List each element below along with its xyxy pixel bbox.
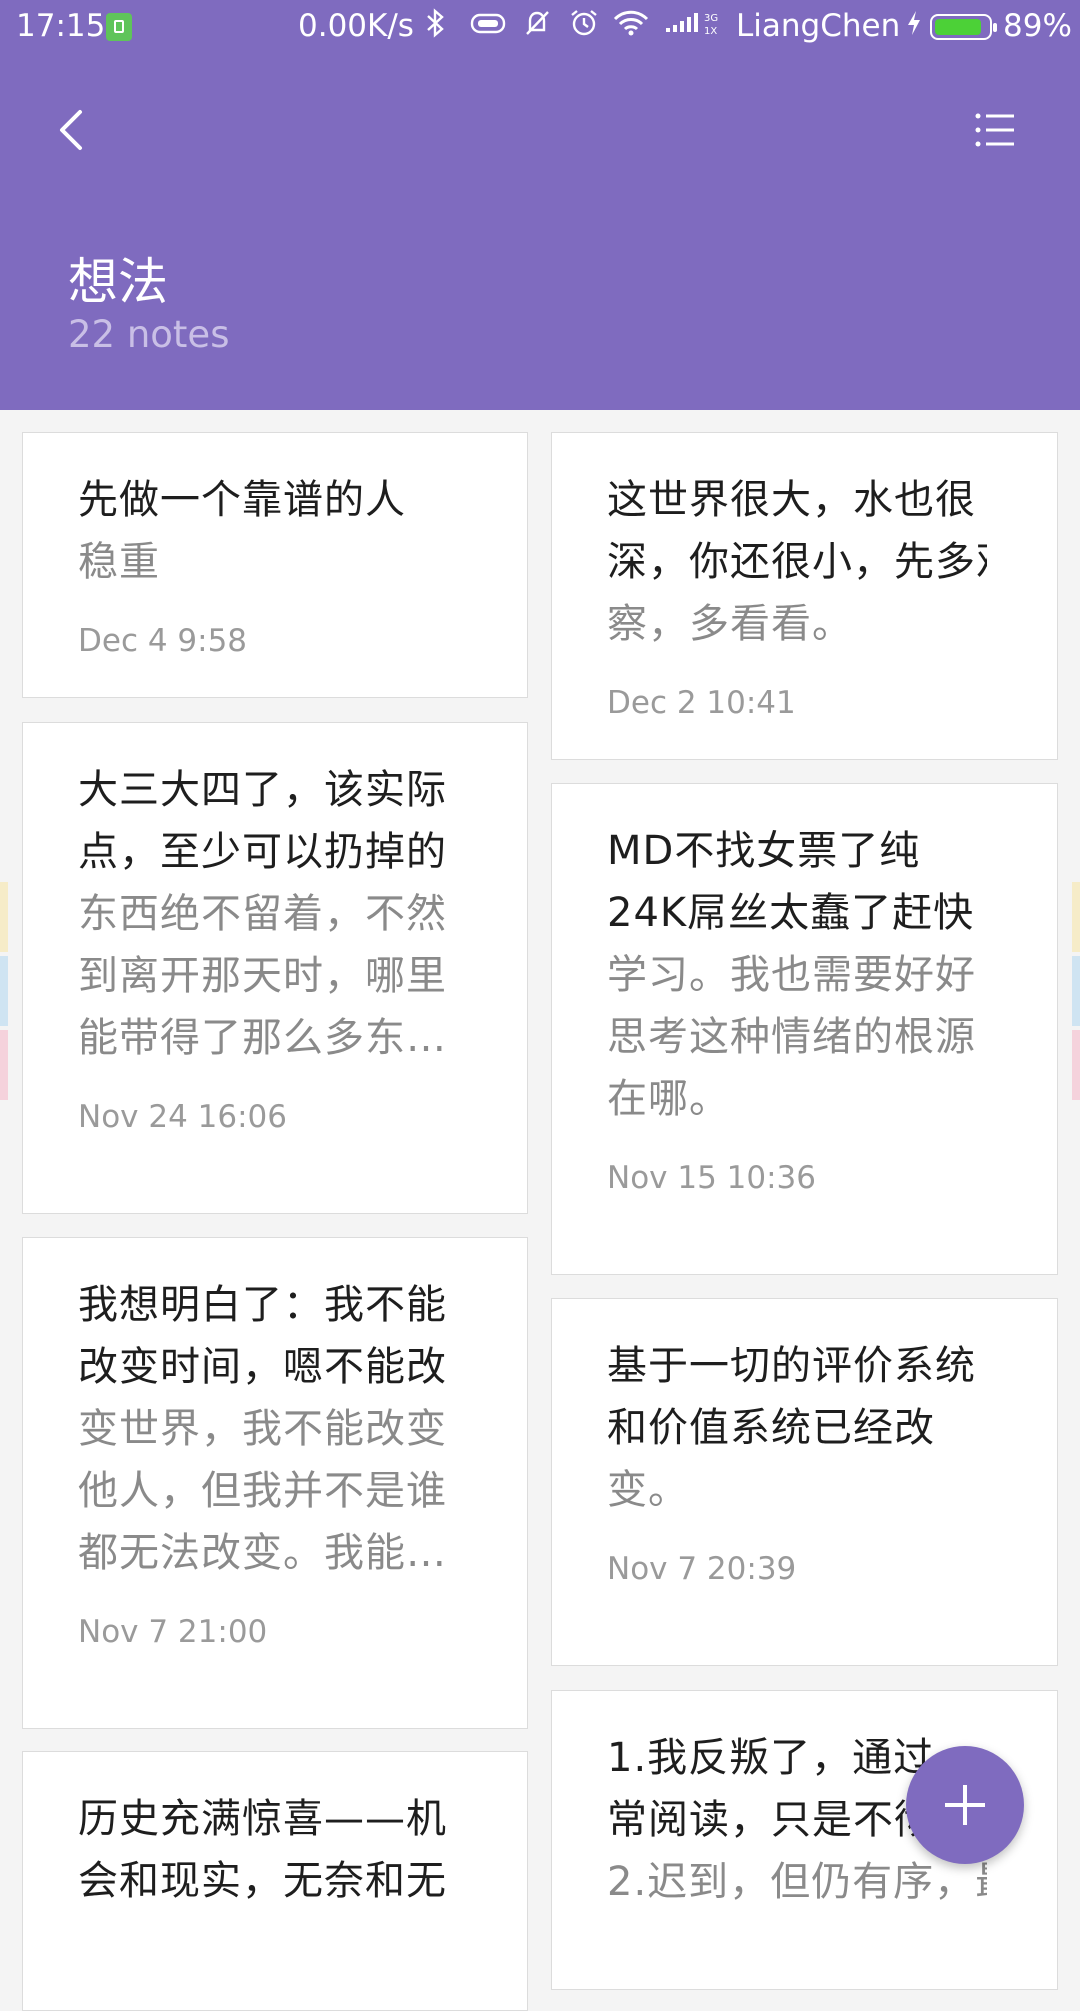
carrier-name: LiangChen: [736, 8, 901, 44]
svg-text:1X: 1X: [704, 26, 717, 37]
edge-tab-pink-right: [1072, 1030, 1080, 1100]
folder-title: 想法: [68, 253, 168, 311]
note-title-line: 改变时间，嗯不能改: [78, 1344, 447, 1390]
battery-percent: 89%: [1003, 8, 1072, 44]
note-title-line: MD不找女票了纯: [607, 828, 921, 874]
note-card[interactable]: MD不找女票了纯 24K屌丝太蠢了赶快 学习。我也需要好好 思考这种情绪的根源 在哪。 N…: [551, 783, 1058, 1275]
back-chevron-icon: [40, 110, 110, 169]
note-date: Dec 2 10:41: [607, 685, 796, 721]
list-menu-button[interactable]: [960, 95, 1030, 165]
note-title-line: 和价值系统已经改: [607, 1405, 935, 1451]
note-title-line: 点，至少可以扔掉的: [78, 829, 447, 875]
charging-icon: [904, 8, 924, 45]
note-body-line: 2.迟到，但仍有序，最: [607, 1859, 987, 1905]
note-title-line: 先做一个靠谱的人: [78, 477, 406, 523]
note-body-line: 他人，但我并不是谁: [78, 1468, 447, 1514]
note-date: Nov 15 10:36: [607, 1160, 816, 1196]
note-body-line: 稳重: [78, 539, 160, 585]
note-title-line: 24K屌丝太蠢了赶快: [607, 890, 975, 936]
folder-header: 想法 22 notes: [0, 55, 1080, 410]
note-preview: 基于一切的评价系统 和价值系统已经改 变。: [607, 1335, 987, 1521]
note-body-line: 到离开那天时，哪里: [78, 953, 447, 999]
wifi-icon: [612, 8, 650, 45]
sim-icon: [106, 13, 132, 41]
back-button[interactable]: [40, 95, 110, 165]
status-bar: 17:15 0.00K/s 3G 1X LiangChen 89%: [0, 0, 1080, 55]
note-preview: 先做一个靠谱的人 稳重: [78, 469, 457, 593]
note-title-line: 基于一切的评价系统: [607, 1343, 976, 1389]
note-title-line: 大三大四了，该实际: [78, 767, 447, 813]
note-title-line: 我想明白了：我不能: [78, 1282, 447, 1328]
bluetooth-icon: [424, 8, 448, 45]
edge-tab-yellow-right: [1072, 882, 1080, 952]
edge-tab-yellow: [0, 882, 8, 952]
note-body-line: 变。: [607, 1467, 689, 1513]
note-card[interactable]: 基于一切的评价系统 和价值系统已经改 变。 Nov 7 20:39: [551, 1298, 1058, 1666]
note-body-line: 在哪。: [607, 1076, 730, 1122]
note-preview: 这世界很大，水也很 深，你还很小，先多观 察，多看看。: [607, 469, 987, 655]
note-body-line: 学习。我也需要好好: [607, 952, 976, 998]
note-date: Dec 4 9:58: [78, 623, 248, 659]
note-date: Nov 7 21:00: [78, 1614, 268, 1650]
net-speed: 0.00K/s: [298, 8, 414, 44]
note-title-line: 深，你还很小，先多观: [607, 539, 987, 585]
note-preview: 我想明白了：我不能 改变时间，嗯不能改 变世界，我不能改变 他人，但我并不是谁 都无法改…: [78, 1274, 457, 1584]
note-body-line: 能带得了那么多东…: [78, 1015, 447, 1061]
note-card[interactable]: 这世界很大，水也很 深，你还很小，先多观 察，多看看。 Dec 2 10:41: [551, 432, 1058, 760]
status-time: 17:15: [16, 8, 106, 44]
list-menu-icon: [960, 113, 1030, 169]
note-title-line: 这世界很大，水也很: [607, 477, 976, 523]
vibrate-icon: [466, 8, 510, 45]
note-date: Nov 7 20:39: [607, 1551, 797, 1587]
note-body-line: 思考这种情绪的根源: [607, 1014, 976, 1060]
note-body-line: 都无法改变。我能…: [78, 1530, 447, 1576]
note-body-line: 变世界，我不能改变: [78, 1406, 447, 1452]
note-preview: MD不找女票了纯 24K屌丝太蠢了赶快 学习。我也需要好好 思考这种情绪的根源 在哪。: [607, 820, 987, 1130]
silent-icon: [522, 8, 552, 45]
note-preview: 历史充满惊喜——机 会和现实，无奈和无: [78, 1788, 457, 1912]
note-card[interactable]: 大三大四了，该实际 点，至少可以扔掉的 东西绝不留着，不然 到离开那天时，哪里 能带得了…: [22, 722, 528, 1214]
note-count: 22 notes: [68, 313, 230, 356]
edge-tab-pink: [0, 1030, 8, 1100]
add-note-button[interactable]: [906, 1746, 1024, 1864]
svg-text:3G: 3G: [704, 13, 718, 24]
edge-tab-blue-right: [1072, 956, 1080, 1026]
note-title-line: 会和现实，无奈和无: [78, 1858, 447, 1904]
battery-icon: [930, 14, 997, 40]
note-card[interactable]: 我想明白了：我不能 改变时间，嗯不能改 变世界，我不能改变 他人，但我并不是谁 都无法改…: [22, 1237, 528, 1729]
note-body-line: 察，多看看。: [607, 601, 853, 647]
signal-icon: 3G 1X: [664, 8, 728, 45]
note-card[interactable]: 历史充满惊喜——机 会和现实，无奈和无: [22, 1751, 528, 2011]
edge-tab-blue: [0, 956, 8, 1026]
alarm-icon: [568, 8, 600, 45]
note-title-line: 历史充满惊喜——机: [78, 1796, 447, 1842]
note-card[interactable]: 先做一个靠谱的人 稳重 Dec 4 9:58: [22, 432, 528, 698]
note-preview: 大三大四了，该实际 点，至少可以扔掉的 东西绝不留着，不然 到离开那天时，哪里 能带得了…: [78, 759, 457, 1069]
note-date: Nov 24 16:06: [78, 1099, 287, 1135]
note-body-line: 东西绝不留着，不然: [78, 891, 447, 937]
